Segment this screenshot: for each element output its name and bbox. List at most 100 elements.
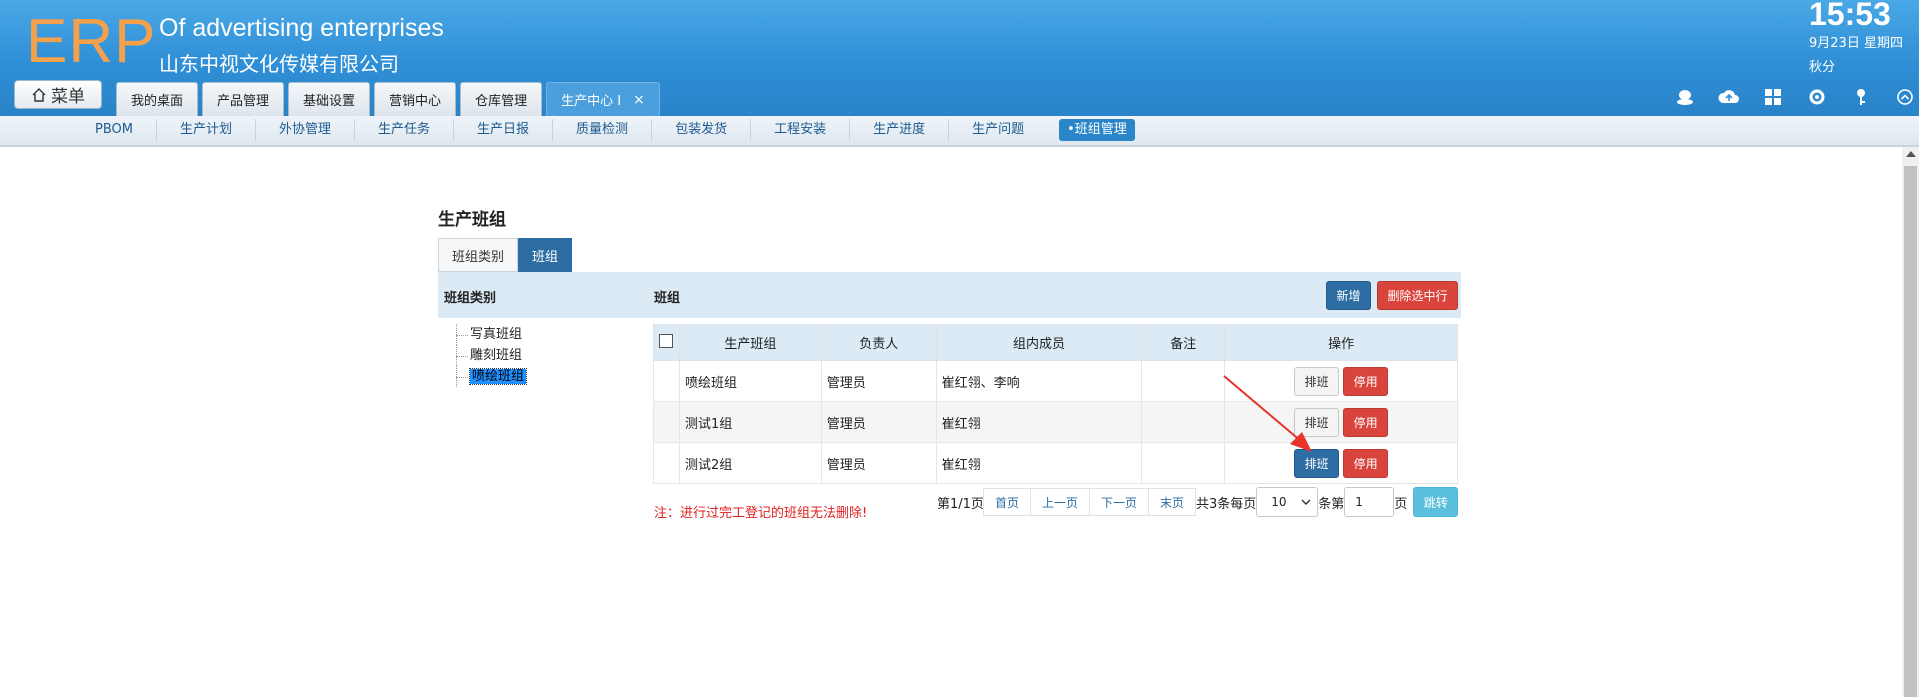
chevron-down-icon	[1301, 499, 1311, 505]
company-name-cn: 山东中视文化传媒有限公司	[159, 52, 399, 76]
leader-cell: 管理员	[820, 360, 937, 402]
grid-icon[interactable]	[1762, 86, 1784, 108]
leader-cell: 管理员	[820, 401, 937, 443]
annotation-arrow-icon	[1223, 375, 1312, 452]
tree-node-selected[interactable]: 喷绘班组	[450, 366, 528, 387]
team-name-cell: 喷绘班组	[678, 360, 822, 402]
subnav-progress[interactable]: 生产进度	[850, 119, 950, 141]
tab-warehouse-management[interactable]: 仓库管理	[460, 82, 543, 116]
total-count: 共3条每页	[1196, 496, 1257, 512]
tree-node-label: 喷绘班组	[468, 368, 528, 385]
tab-basic-settings[interactable]: 基础设置	[288, 82, 371, 116]
tree-node-label: 雕刻班组	[470, 348, 523, 363]
team-table: 生产班组 负责人 组内成员 备注 操作 喷绘班组 管理员 崔红翎、李响 排班 停用…	[653, 324, 1458, 484]
content-tabs: 班组类别 班组	[438, 238, 573, 272]
category-section-title: 班组类别	[444, 291, 497, 306]
next-page-button[interactable]: 下一页	[1088, 488, 1149, 516]
row-select-cell[interactable]	[653, 401, 680, 443]
disable-button[interactable]: 停用	[1343, 366, 1389, 396]
tab-my-desktop[interactable]: 我的桌面	[116, 82, 199, 116]
top-tabs: 我的桌面 产品管理 基础设置 营销中心 仓库管理 生产中心 I ×	[116, 82, 660, 116]
team-name-cell: 测试1组	[678, 401, 822, 443]
company-name-en: Of advertising enterprises	[159, 14, 444, 42]
subnav-issues[interactable]: 生产问题	[949, 119, 1047, 141]
page-title: 生产班组	[438, 210, 506, 230]
page-size-value: 10	[1271, 495, 1287, 509]
column-header: 生产班组	[678, 324, 822, 361]
pagination: 第1/1页 首页 上一页 下一页 末页 共3条每页 10 条第 1 页 跳转	[937, 487, 1459, 517]
delete-selected-button[interactable]: 删除选中行	[1377, 281, 1458, 310]
app-header: ERP Of advertising enterprises 山东中视文化传媒有…	[0, 0, 1919, 116]
goto-page-input[interactable]: 1	[1344, 487, 1395, 517]
members-cell: 崔红翎	[935, 401, 1143, 443]
tab-production-center[interactable]: 生产中心 I ×	[546, 82, 660, 116]
tab-marketing-center[interactable]: 营销中心	[374, 82, 457, 116]
tab-team[interactable]: 班组	[518, 238, 573, 272]
disable-button[interactable]: 停用	[1343, 448, 1389, 478]
column-header: 操作	[1224, 324, 1458, 361]
goto-suffix: 页	[1394, 496, 1408, 512]
collapse-icon[interactable]	[1894, 86, 1916, 108]
subnav-production-plan[interactable]: 生产计划	[157, 119, 256, 141]
prev-page-button[interactable]: 上一页	[1029, 488, 1090, 516]
subnav-outsourcing[interactable]: 外协管理	[256, 119, 356, 141]
column-header: 负责人	[820, 324, 937, 361]
jump-button[interactable]: 跳转	[1413, 487, 1459, 517]
scrollbar-thumb[interactable]	[1904, 166, 1917, 697]
members-cell: 崔红翎	[935, 442, 1143, 484]
home-icon	[32, 87, 46, 102]
tree-node[interactable]: 写真班组	[450, 324, 526, 345]
leader-cell: 管理员	[820, 442, 937, 484]
tab-product-management[interactable]: 产品管理	[202, 82, 285, 116]
subnav-quality-check[interactable]: 质量检测	[553, 119, 653, 141]
note-cell	[1141, 360, 1226, 402]
members-cell: 崔红翎、李响	[935, 360, 1143, 402]
scroll-up-icon[interactable]	[1906, 151, 1916, 157]
cloud-icon[interactable]	[1718, 86, 1740, 108]
sub-navigation: PBOM 生产计划 外协管理 生产任务 生产日报 质量检测 包装发货 工程安装 …	[0, 116, 1919, 147]
tree-node-label: 写真班组	[470, 327, 523, 342]
subnav-team-management[interactable]: •班组管理	[1059, 119, 1135, 141]
menu-label: 菜单	[51, 87, 85, 107]
erp-logo: ERP	[26, 7, 157, 76]
date: 9月23日 星期四	[1809, 36, 1903, 51]
user-status-icon[interactable]	[1674, 86, 1696, 108]
key-icon[interactable]	[1850, 86, 1872, 108]
note-cell	[1141, 401, 1226, 443]
subnav-pbom[interactable]: PBOM	[72, 119, 157, 141]
solar-term: 秋分	[1809, 60, 1836, 75]
note-cell	[1141, 442, 1226, 484]
table-row[interactable]: 测试2组 管理员 崔红翎 排班 停用	[653, 442, 1458, 484]
table-row[interactable]: 喷绘班组 管理员 崔红翎、李响 排班 停用	[653, 360, 1458, 402]
tab-production-center-label: 生产中心 I	[561, 94, 622, 109]
gear-icon[interactable]	[1806, 86, 1828, 108]
tab-team-category[interactable]: 班组类别	[438, 238, 519, 272]
goto-prefix: 条第	[1318, 496, 1345, 512]
subnav-production-task[interactable]: 生产任务	[355, 119, 455, 141]
column-header: 备注	[1141, 324, 1226, 361]
close-icon[interactable]: ×	[633, 92, 645, 108]
team-name-cell: 测试2组	[678, 442, 822, 484]
disable-button[interactable]: 停用	[1343, 407, 1389, 437]
category-tree: 写真班组 雕刻班组 喷绘班组	[450, 324, 528, 387]
row-select-cell[interactable]	[653, 442, 680, 484]
page-size-select[interactable]: 10	[1256, 487, 1319, 517]
first-page-button[interactable]: 首页	[982, 488, 1031, 516]
column-header: 组内成员	[935, 324, 1143, 361]
add-button[interactable]: 新增	[1326, 281, 1371, 310]
vertical-scrollbar[interactable]	[1902, 147, 1919, 697]
subnav-packing-shipping[interactable]: 包装发货	[652, 119, 752, 141]
team-section-title: 班组	[654, 291, 681, 306]
page-info: 第1/1页	[937, 496, 984, 512]
tree-node[interactable]: 雕刻班组	[450, 345, 526, 366]
table-row[interactable]: 测试1组 管理员 崔红翎 排班 停用	[653, 401, 1458, 443]
select-all-checkbox[interactable]	[659, 333, 674, 348]
subnav-installation[interactable]: 工程安装	[751, 119, 851, 141]
last-page-button[interactable]: 末页	[1147, 488, 1196, 516]
row-select-cell[interactable]	[653, 360, 680, 402]
delete-warning-note: 注：进行过完工登记的班组无法删除!	[654, 506, 868, 521]
menu-button[interactable]: 菜单	[14, 80, 102, 109]
clock: 15:53	[1809, 0, 1891, 32]
subnav-daily-report[interactable]: 生产日报	[454, 119, 554, 141]
select-all-header	[653, 324, 680, 361]
